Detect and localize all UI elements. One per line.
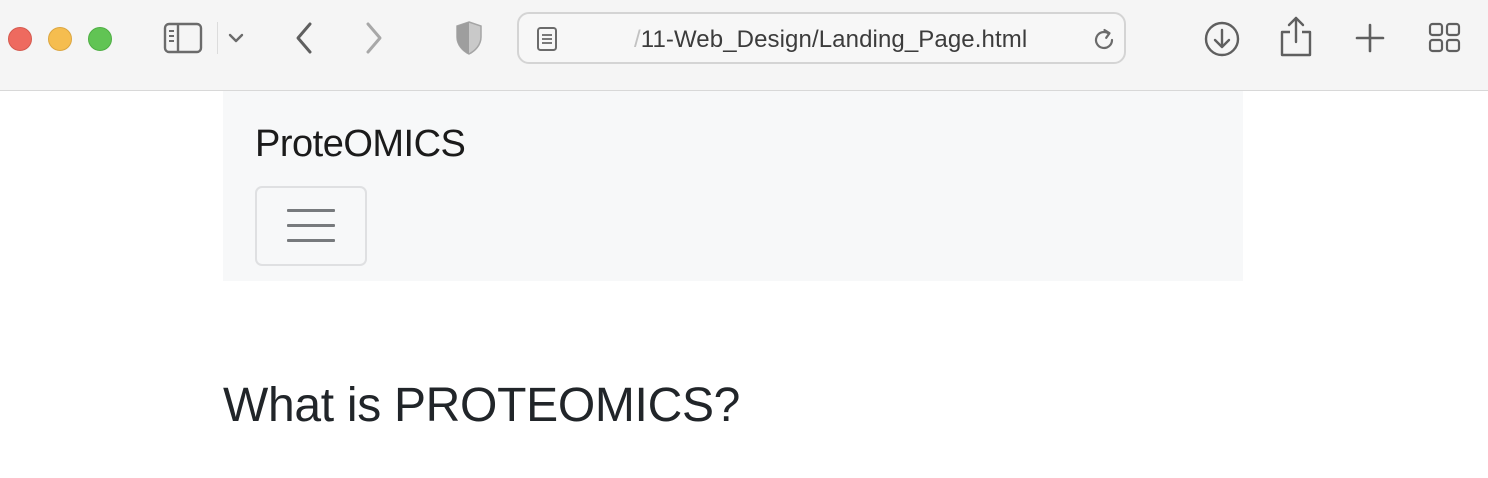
url-path: 11-Web_Design/Landing_Page.html [640,26,1028,53]
download-icon[interactable] [1203,20,1241,58]
url-text[interactable]: /11-Web_Design/Landing_Page.html [634,26,1027,54]
navbar-brand[interactable]: ProteOMICS [255,123,466,166]
navbar: ProteOMICS [223,91,1243,281]
address-bar[interactable]: /11-Web_Design/Landing_Page.html [517,12,1126,64]
page-heading: What is PROTEOMICS? [223,379,741,432]
page-icon [537,27,557,51]
window-minimize-button[interactable] [48,27,72,51]
url-faded-prefix: / [634,26,641,53]
chevron-down-icon[interactable] [227,31,245,45]
forward-arrow-icon[interactable] [362,20,386,56]
window-maximize-button[interactable] [88,27,112,51]
tab-overview-icon[interactable] [1428,22,1462,54]
sidebar-icon[interactable] [163,22,203,54]
plus-icon[interactable] [1354,22,1386,54]
privacy-shield-icon[interactable] [454,20,484,56]
reload-icon[interactable] [1091,27,1117,53]
browser-toolbar: /11-Web_Design/Landing_Page.html [0,0,1488,91]
back-arrow-icon[interactable] [292,20,316,56]
navbar-toggler-button[interactable] [255,186,367,266]
share-icon[interactable] [1279,14,1313,58]
toolbar-divider [217,22,218,54]
window-close-button[interactable] [8,27,32,51]
